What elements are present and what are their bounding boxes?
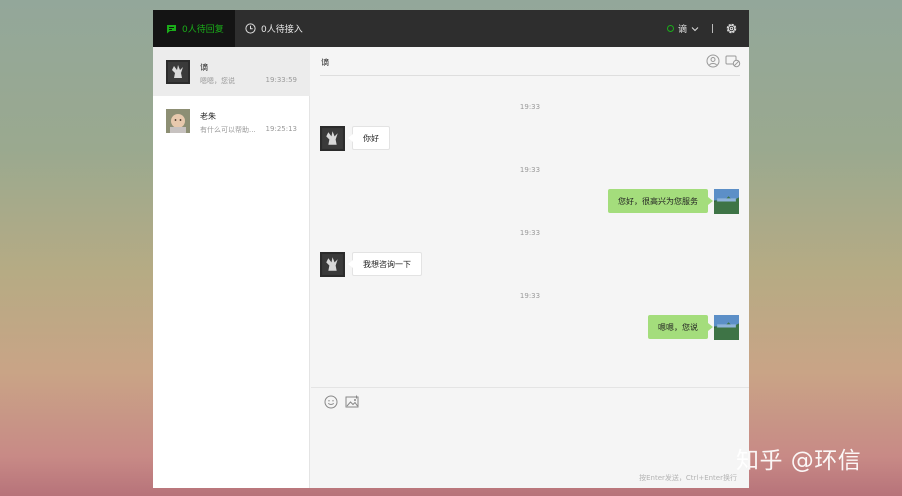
chevron-down-icon <box>691 26 699 31</box>
divider <box>712 24 713 33</box>
message-text: 嗯嗯，您说 <box>658 322 698 332</box>
conversation-name: 谪 <box>200 63 208 72</box>
message-bubble: 您好，很高兴为您服务 <box>608 189 713 213</box>
conversation-item[interactable]: 老朱 有什么可以帮助... 19:25:13 <box>153 96 310 145</box>
message-bubble: 你好 <box>348 126 390 150</box>
conversation-item[interactable]: 谪 嗯嗯，您说 19:33:59 <box>153 47 310 96</box>
conversation-preview: 有什么可以帮助... <box>200 126 256 134</box>
chat-title: 谪 <box>321 58 329 67</box>
online-status-icon <box>666 25 674 32</box>
end-session-icon[interactable] <box>725 54 741 68</box>
chat-panel: 谪 19:33 你好 19:33 您好，很高兴为您服务 19:33 我想咨询一下… <box>311 47 749 488</box>
message-timestamp: 19:33 <box>519 103 541 111</box>
chat-header: 谪 <box>320 47 741 76</box>
conversation-time: 19:33:59 <box>265 76 297 84</box>
message-timestamp: 19:33 <box>519 229 541 237</box>
agent-status[interactable]: 谪 <box>666 10 713 47</box>
tab-pending-reply-label: 0人待回复 <box>182 25 224 35</box>
message-text: 我想咨询一下 <box>363 259 411 269</box>
tab-pending-accept-label: 0人待接入 <box>261 25 303 35</box>
message-composer[interactable]: 按Enter发送，Ctrl+Enter换行 <box>311 387 749 488</box>
conversation-name: 老朱 <box>200 112 216 121</box>
message-bubble: 嗯嗯，您说 <box>648 315 713 339</box>
avatar <box>714 189 739 214</box>
agent-name: 谪 <box>677 25 687 35</box>
watermark: 知乎 @环信 <box>736 448 862 474</box>
avatar <box>714 315 739 340</box>
input-hint: 按Enter发送，Ctrl+Enter换行 <box>639 474 737 482</box>
smiley-icon[interactable] <box>324 395 338 409</box>
message-timestamp: 19:33 <box>519 292 541 300</box>
clock-icon <box>245 23 256 34</box>
avatar <box>166 60 190 84</box>
avatar <box>166 109 190 133</box>
image-icon[interactable] <box>345 395 360 409</box>
user-transfer-icon[interactable] <box>706 54 720 68</box>
conversation-preview: 嗯嗯，您说 <box>200 77 235 85</box>
avatar <box>320 126 345 151</box>
message-text: 您好，很高兴为您服务 <box>618 196 698 206</box>
customer-service-window: 0人待回复 0人待接入 谪 谪 嗯嗯，您说 19:33:59 老朱 有什么可以帮… <box>153 10 749 488</box>
chat-bubble-icon <box>167 24 176 33</box>
conversation-list: 谪 嗯嗯，您说 19:33:59 老朱 有什么可以帮助... 19:25:13 <box>153 47 310 488</box>
avatar <box>320 252 345 277</box>
conversation-time: 19:25:13 <box>265 125 297 133</box>
top-bar: 0人待回复 0人待接入 谪 <box>153 10 749 47</box>
tab-pending-accept[interactable]: 0人待接入 <box>245 10 303 47</box>
message-timestamp: 19:33 <box>519 166 541 174</box>
gear-icon[interactable] <box>725 22 738 35</box>
message-bubble: 我想咨询一下 <box>348 252 422 276</box>
tab-pending-reply[interactable]: 0人待回复 <box>153 10 235 47</box>
message-text: 你好 <box>363 133 379 143</box>
